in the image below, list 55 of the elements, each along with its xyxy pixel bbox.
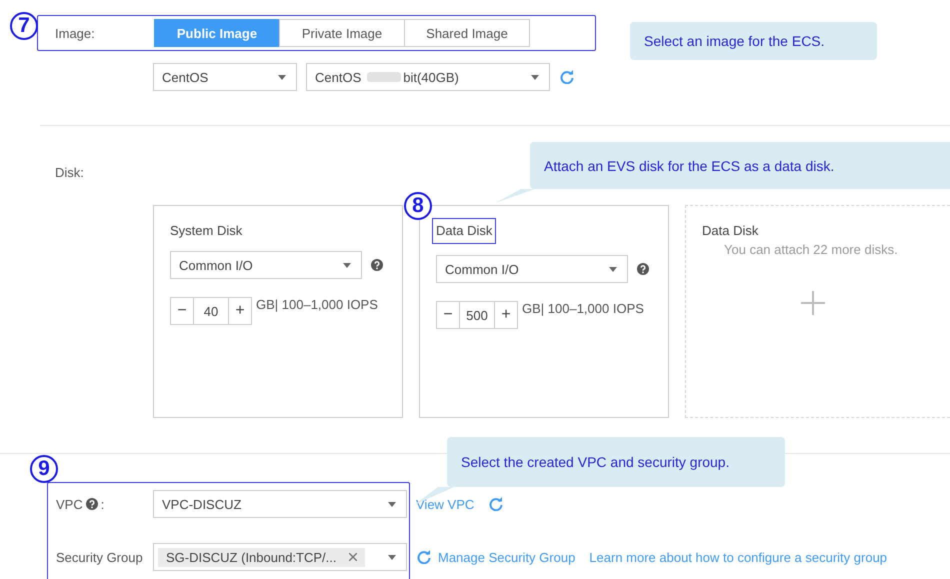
callout-tooltip: Select an image for the ECS. (630, 22, 877, 60)
field-label: : (100, 496, 104, 512)
field-label: Security Group (56, 550, 143, 564)
step-number-marker: 7 (10, 12, 38, 40)
callout-pointer (495, 189, 535, 203)
decrement-button[interactable]: − (437, 302, 460, 328)
dropdown-select[interactable]: Common I/O (170, 251, 362, 279)
callout-tooltip: Attach an EVS disk for the ECS as a data disk. (530, 142, 950, 189)
performance-text: GB| 100–1,000 IOPS (256, 297, 378, 313)
dropdown-select[interactable]: CentOS (153, 63, 297, 91)
callout-tooltip: Select the created VPC and security group. (447, 437, 785, 487)
select-value: bit(40GB) (403, 70, 459, 84)
step-number-marker: 8 (404, 192, 432, 220)
select-value: VPC-DISCUZ (162, 496, 242, 512)
step-number-marker: 9 (30, 455, 58, 483)
field-label: Disk: (55, 165, 84, 181)
select-value: Common I/O (179, 258, 253, 272)
dropdown-select[interactable]: VPC-DISCUZ (153, 490, 407, 518)
caret-icon (343, 262, 351, 268)
field-label: VPC (56, 496, 83, 512)
card-note: You can attach 22 more disks. (724, 242, 899, 257)
select-value: Common I/O (445, 262, 519, 276)
dropdown-select[interactable]: Common I/O (436, 255, 628, 283)
image-tab[interactable]: Shared Image (404, 19, 530, 47)
image-tab[interactable]: Private Image (279, 19, 405, 47)
decrement-button[interactable]: − (171, 298, 193, 324)
card-title: System Disk (170, 223, 242, 239)
help-icon (86, 498, 98, 510)
refresh-icon[interactable] (417, 550, 431, 564)
help-icon (371, 259, 383, 271)
plus-icon (801, 291, 826, 315)
caret-icon (388, 554, 396, 560)
caret-icon (531, 74, 539, 80)
caret-icon (278, 74, 286, 80)
tag-text: SG-DISCUZ (Inbound:TCP/... (166, 550, 336, 564)
add-disk-card[interactable]: Data Disk You can attach 22 more disks. (685, 205, 950, 418)
field-label: Image: (55, 26, 96, 40)
card-title: Data Disk (702, 223, 758, 239)
performance-text: GB| 100–1,000 IOPS (522, 301, 644, 317)
card-title: Data Disk (433, 219, 496, 243)
refresh-icon[interactable] (560, 70, 574, 84)
refresh-icon[interactable] (489, 497, 504, 511)
close-icon (348, 553, 356, 561)
increment-button[interactable]: + (229, 298, 251, 324)
blurred-text (367, 72, 402, 82)
dropdown-select[interactable]: CentOS bit(40GB) (306, 63, 550, 91)
select-value: CentOS (315, 70, 362, 84)
size-input[interactable]: 40 (193, 298, 229, 324)
size-input[interactable]: 500 (459, 302, 496, 328)
help-icon (637, 263, 650, 275)
dropdown-select[interactable]: SG-DISCUZ (Inbound:TCP/... (153, 543, 407, 571)
caret-icon (609, 266, 618, 272)
select-value: CentOS (162, 70, 208, 84)
caret-icon (388, 502, 396, 506)
increment-button[interactable]: + (495, 302, 518, 328)
